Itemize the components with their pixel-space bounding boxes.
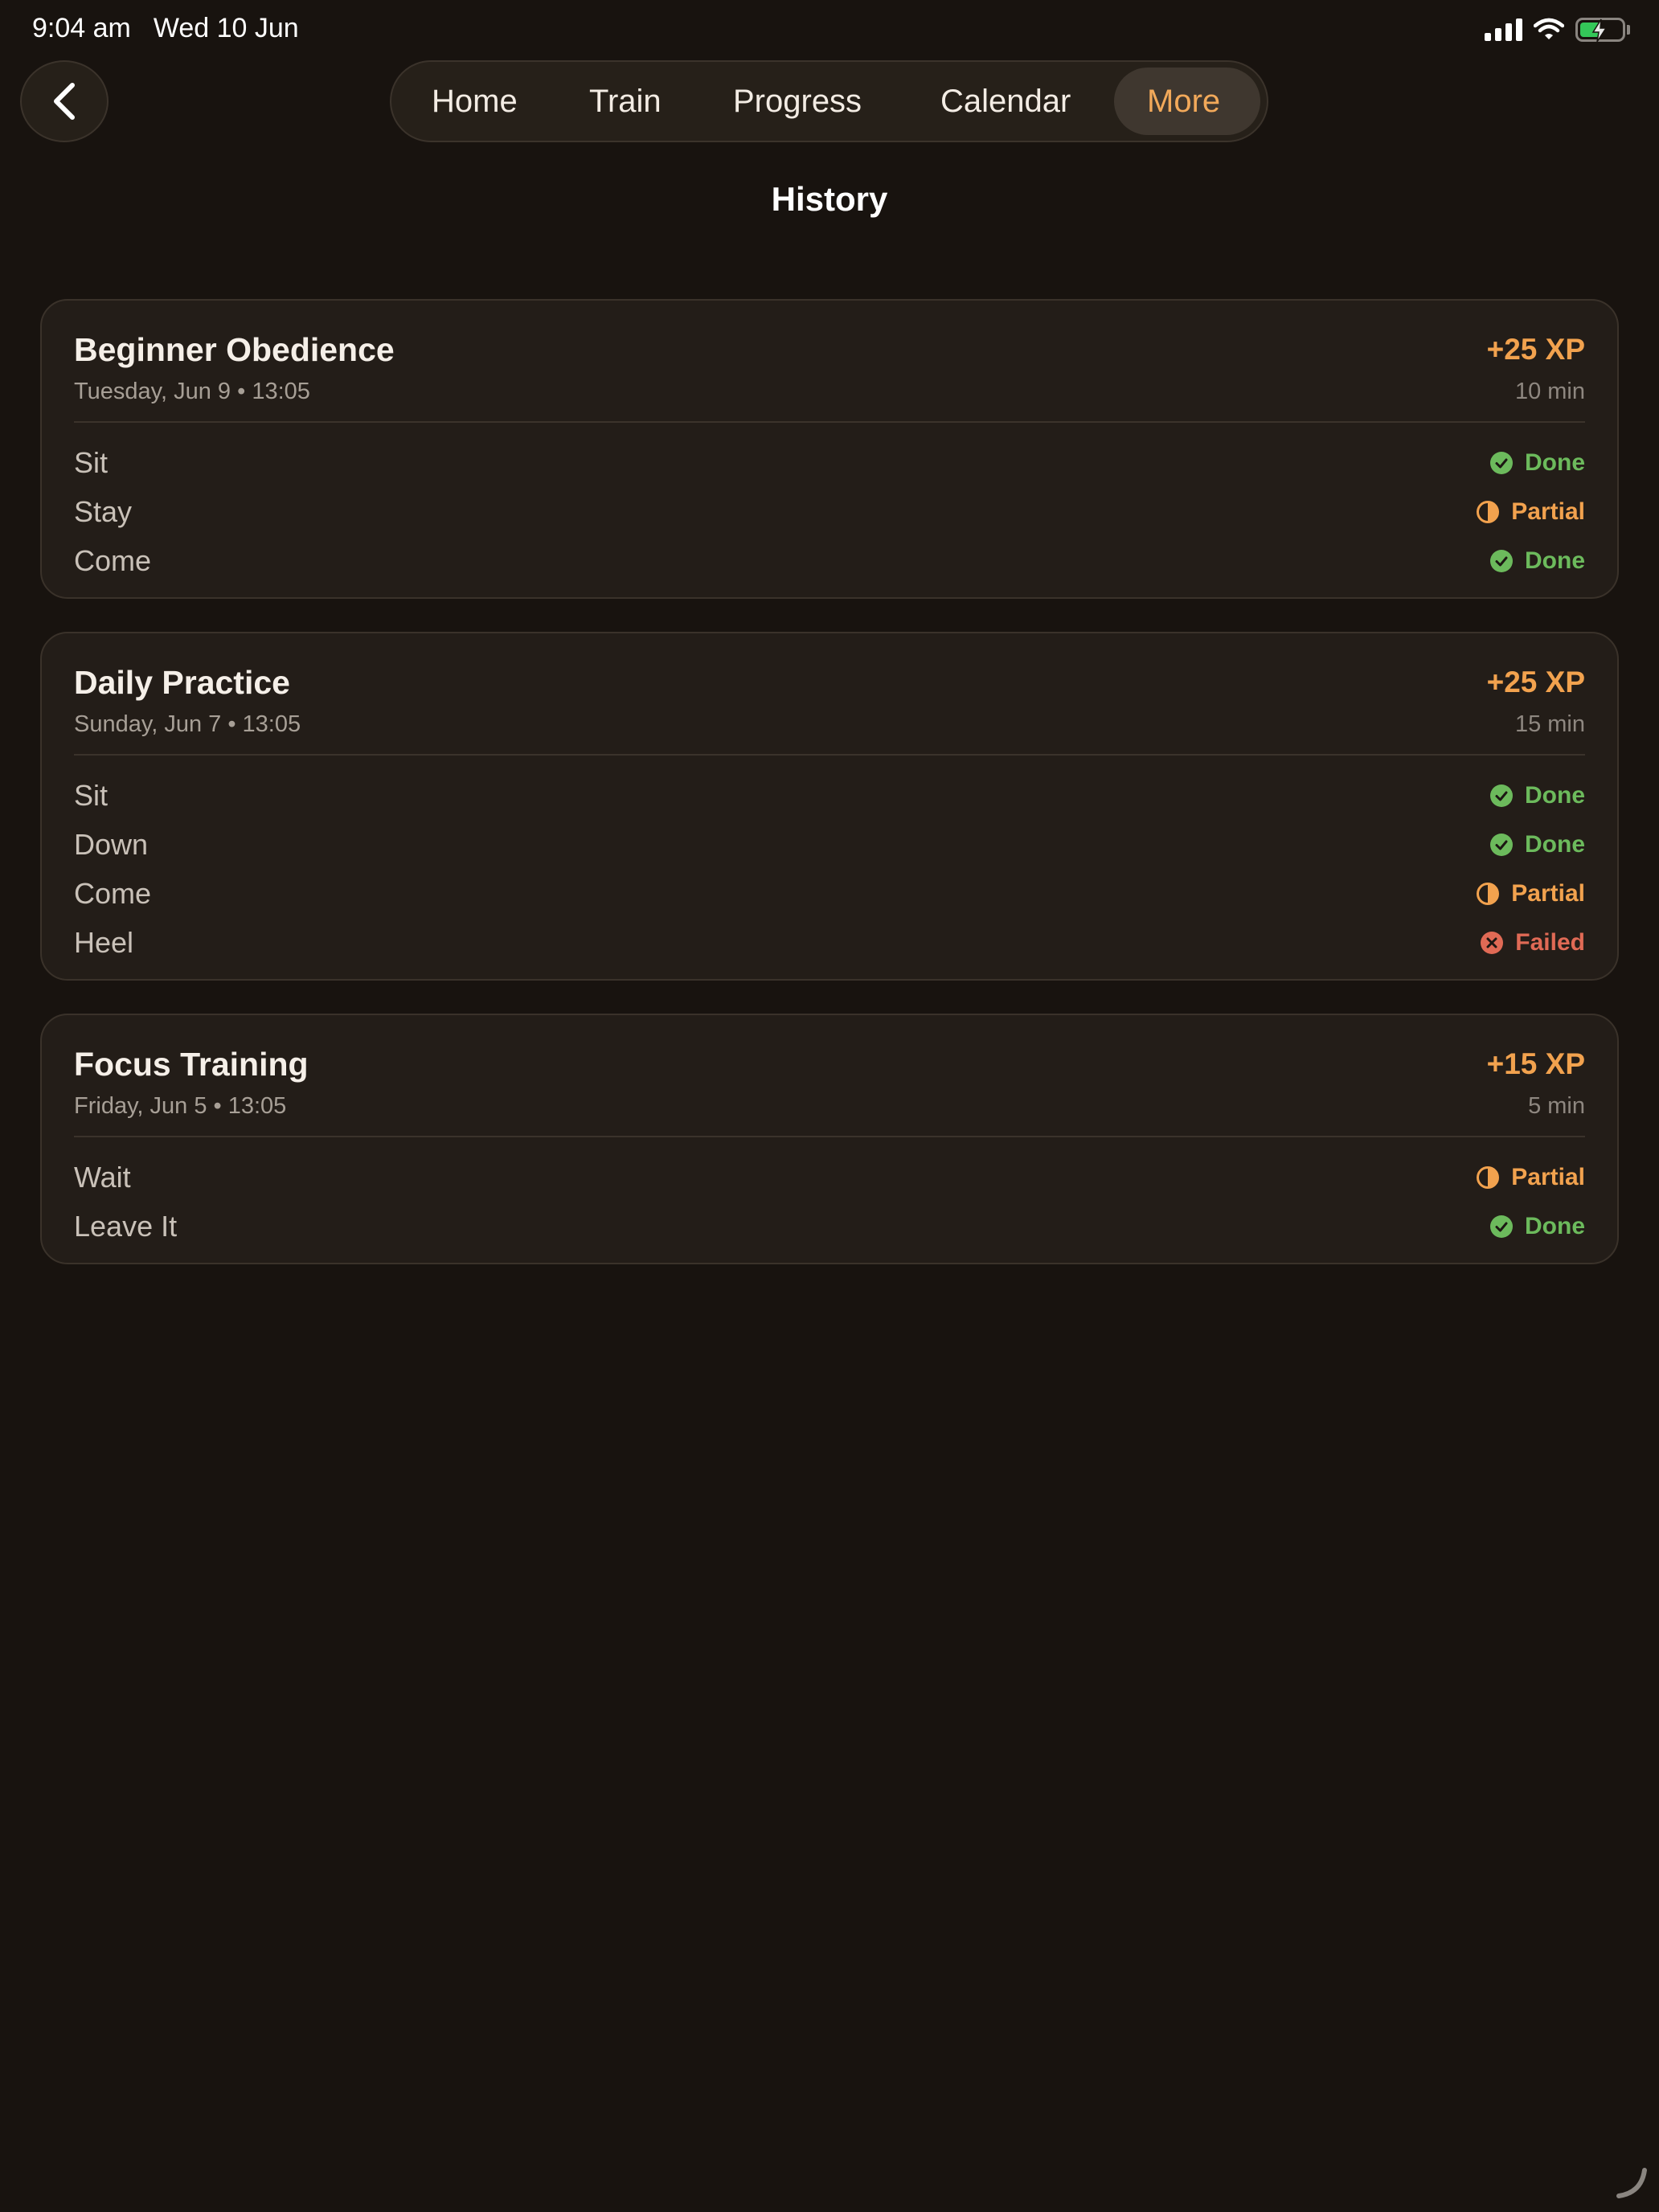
exercise-status: Done — [1489, 1202, 1585, 1251]
exercise-status-label: Done — [1525, 831, 1585, 858]
exercise-status: Partial — [1476, 1153, 1585, 1202]
session-date: Friday, Jun 5 • 13:05 — [74, 1093, 287, 1119]
resize-handle-icon — [1616, 2168, 1647, 2198]
exercise-row: Sit Done — [74, 772, 1585, 820]
exercise-status-label: Done — [1525, 449, 1585, 476]
exercise-status: Done — [1489, 537, 1585, 585]
top-nav-bar: Home Train Progress Calendar More — [390, 60, 1268, 142]
page-title: History — [771, 180, 888, 218]
session-duration: 15 min — [1514, 711, 1585, 737]
exercise-name: Come — [74, 544, 152, 577]
session-duration: 10 min — [1514, 379, 1585, 404]
check-circle-icon — [1489, 549, 1514, 573]
exercise-name: Sit — [74, 779, 109, 812]
tab-calendar[interactable]: Calendar — [940, 62, 1071, 141]
half-circle-icon — [1476, 882, 1500, 906]
check-circle-icon — [1489, 833, 1514, 857]
wifi-icon — [1534, 18, 1564, 39]
exercise-status-label: Failed — [1515, 929, 1585, 956]
status-icons — [1485, 16, 1630, 43]
session-xp: +25 XP — [1486, 333, 1585, 366]
exercise-status-label: Done — [1525, 1213, 1585, 1239]
battery-icon — [1575, 18, 1625, 43]
session-date: Tuesday, Jun 9 • 13:05 — [74, 379, 310, 404]
exercise-status: Done — [1489, 772, 1585, 820]
exercise-name: Down — [74, 828, 149, 861]
tab-home[interactable]: Home — [432, 62, 518, 141]
session-title: Focus Training — [74, 1046, 309, 1083]
exercise-row: Come Done — [74, 537, 1585, 585]
exercise-row: Down Done — [74, 821, 1585, 869]
card-divider — [74, 1136, 1585, 1137]
check-circle-icon — [1489, 784, 1514, 808]
tab-train[interactable]: Train — [589, 62, 662, 141]
exercise-row: Sit Done — [74, 439, 1585, 487]
exercise-row: Stay Partial — [74, 488, 1585, 536]
status-time: 9:04 am Wed 10 Jun — [32, 13, 322, 44]
check-circle-icon — [1489, 1215, 1514, 1239]
battery-cap — [1627, 25, 1630, 35]
exercise-row: Leave It Done — [74, 1202, 1585, 1251]
exercise-status: Done — [1489, 439, 1585, 487]
session-date: Sunday, Jun 7 • 13:05 — [74, 711, 301, 737]
exercise-status-label: Partial — [1511, 498, 1585, 525]
exercise-name: Heel — [74, 926, 134, 959]
exercise-name: Wait — [74, 1161, 131, 1194]
half-circle-icon — [1476, 500, 1500, 524]
session-card[interactable]: Focus Training Friday, Jun 5 • 13:05 +15 X… — [40, 1014, 1619, 1264]
exercise-status: Partial — [1476, 870, 1585, 918]
session-card[interactable]: Beginner Obedience Tuesday, Jun 9 • 13:05… — [40, 299, 1619, 599]
cellular-signal-icon — [1485, 18, 1522, 41]
exercise-name: Leave It — [74, 1210, 178, 1243]
status-clock: 9:04 am — [32, 13, 131, 43]
tab-more[interactable]: More — [1147, 62, 1220, 141]
check-circle-icon — [1489, 451, 1514, 475]
exercise-name: Stay — [74, 495, 133, 528]
status-date: Wed 10 Jun — [153, 13, 299, 43]
exercise-row: Wait Partial — [74, 1153, 1585, 1202]
exercise-status: Failed — [1480, 919, 1585, 967]
session-duration: 5 min — [1528, 1093, 1585, 1119]
session-card[interactable]: Daily Practice Sunday, Jun 7 • 13:05 +25 X… — [40, 632, 1619, 981]
exercise-name: Sit — [74, 446, 109, 479]
chevron-left-icon — [54, 83, 75, 120]
back-button[interactable] — [20, 60, 109, 142]
exercise-row: Heel Failed — [74, 919, 1585, 967]
status-bar: 9:04 am Wed 10 Jun — [0, 0, 1659, 58]
tab-progress[interactable]: Progress — [733, 62, 862, 141]
exercise-status-label: Done — [1525, 547, 1585, 574]
exercise-status-label: Partial — [1511, 880, 1585, 907]
exercise-status: Done — [1489, 821, 1585, 869]
exercise-status-label: Done — [1525, 782, 1585, 809]
exercise-status: Partial — [1476, 488, 1585, 536]
session-title: Beginner Obedience — [74, 331, 395, 368]
session-xp: +25 XP — [1486, 666, 1585, 698]
session-xp: +15 XP — [1486, 1047, 1585, 1080]
x-circle-icon — [1480, 931, 1504, 955]
card-divider — [74, 754, 1585, 756]
exercise-status-label: Partial — [1511, 1164, 1585, 1190]
half-circle-icon — [1476, 1165, 1500, 1190]
session-title: Daily Practice — [74, 664, 290, 701]
charging-bolt-icon — [1591, 18, 1608, 43]
exercise-row: Come Partial — [74, 870, 1585, 918]
card-divider — [74, 421, 1585, 423]
exercise-name: Come — [74, 877, 152, 910]
